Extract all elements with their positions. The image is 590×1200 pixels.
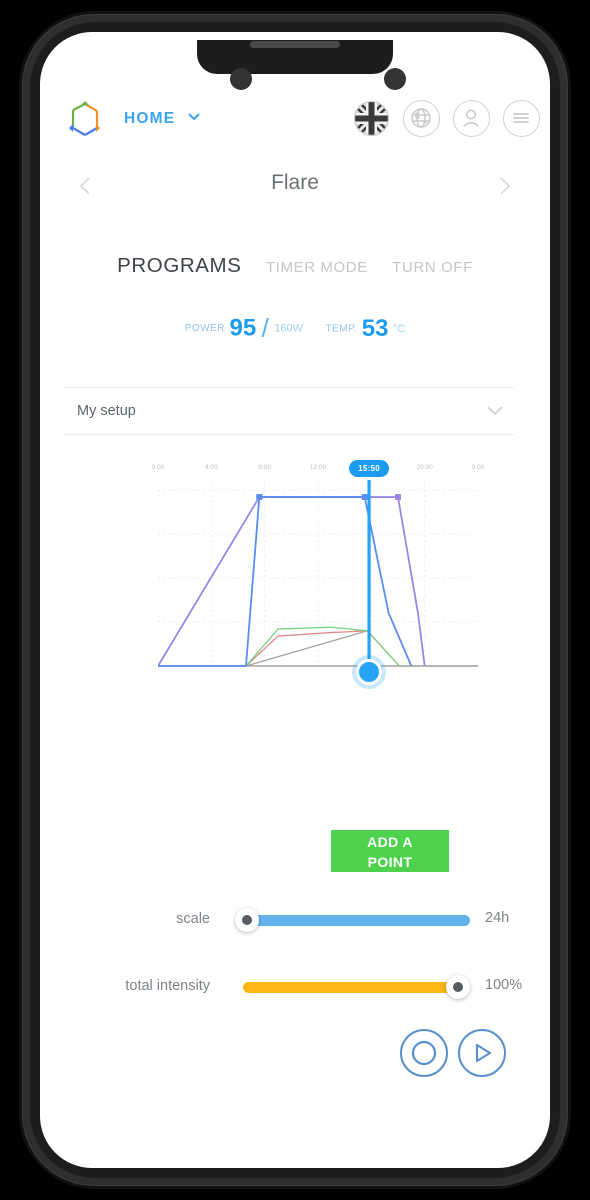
program-chart[interactable]: 0:004:008:0012:0016:0020:000:00 15:50 [152,460,485,692]
chart-x-tick-label: 20:00 [416,464,433,471]
front-camera-right [384,68,406,90]
chart-point-marker [361,494,368,501]
scale-slider-track[interactable] [235,915,470,926]
chart-series-violet [158,496,426,667]
power-value: 95 [229,314,257,342]
play-button[interactable] [458,1029,506,1077]
temp-unit: °C [392,322,406,335]
front-camera-left [230,68,252,90]
phone-frame: HOME Flare PROGRAMS TIMER MODE TURN OFF … [22,14,568,1186]
add-a-point-button[interactable]: ADD A POINT [331,830,449,872]
isometric-cube-logo[interactable] [60,96,110,146]
chart-x-tick-label: 0:00 [151,464,165,471]
tab-programs[interactable]: PROGRAMS [117,254,241,278]
scale-slider-value: 24h [485,910,510,926]
chart-point-marker [395,494,401,501]
chart-x-tick-label: 4:00 [205,464,218,471]
scale-slider-label: scale [176,911,210,927]
chart-plot-area[interactable] [158,480,478,670]
chart-cursor-time-badge[interactable]: 15:50 [349,460,390,477]
chart-x-tick-label: 8:00 [258,464,271,471]
app-screen: HOME Flare PROGRAMS TIMER MODE TURN OFF … [40,32,550,1168]
chart-x-tick-label: 0:00 [471,464,485,471]
hamburger-menu-icon[interactable] [503,100,540,137]
total-intensity-slider-value: 100% [485,977,523,993]
power-separator: / [261,313,269,343]
page-title: Flare [271,171,319,194]
chevron-down-icon[interactable] [186,110,202,129]
chart-x-tick-label: 12:00 [309,464,327,471]
scale-slider-row: scale 24h [100,905,540,935]
power-readout: POWER 95 / 160W [185,313,303,344]
record-button[interactable] [400,1029,448,1077]
my-setup-label: My setup [77,403,136,419]
next-device-button[interactable] [491,173,517,199]
temp-value: 53 [361,314,389,342]
user-icon[interactable] [453,100,490,137]
chart-series-blue [158,496,413,667]
earpiece-speaker [250,41,340,48]
add-point-line1: ADD A [367,834,413,850]
total-intensity-slider-label: total intensity [125,978,210,994]
chart-point-marker [256,494,263,501]
scale-slider-knob[interactable] [235,908,259,932]
app-header: HOME [40,94,550,152]
mode-tabs: PROGRAMS TIMER MODE TURN OFF [40,254,550,278]
my-setup-dropdown[interactable]: My setup [64,387,514,435]
tab-timer-mode[interactable]: TIMER MODE [266,259,368,276]
power-max: 160W [274,322,304,335]
temperature-readout: TEMP. 53 °C [326,315,406,343]
home-menu-label[interactable]: HOME [124,110,175,128]
tab-turn-off[interactable]: TURN OFF [392,259,473,276]
chart-cursor-handle[interactable] [356,659,383,685]
device-title-row: Flare [40,167,550,209]
add-point-line2: POINT [367,854,413,870]
chevron-down-icon[interactable] [484,402,506,425]
status-readouts: POWER 95 / 160W TEMP. 53 °C [40,313,550,344]
total-intensity-slider-track[interactable] [243,982,470,993]
flag-uk-icon[interactable] [353,100,390,137]
total-intensity-slider-knob[interactable] [446,975,470,999]
chart-x-axis-ticks: 0:004:008:0012:0016:0020:000:00 [152,462,485,478]
globe-icon[interactable] [403,100,440,137]
temp-label: TEMP. [325,323,358,334]
total-intensity-slider-row: total intensity 100% [100,972,540,1002]
power-label: POWER [184,323,226,334]
